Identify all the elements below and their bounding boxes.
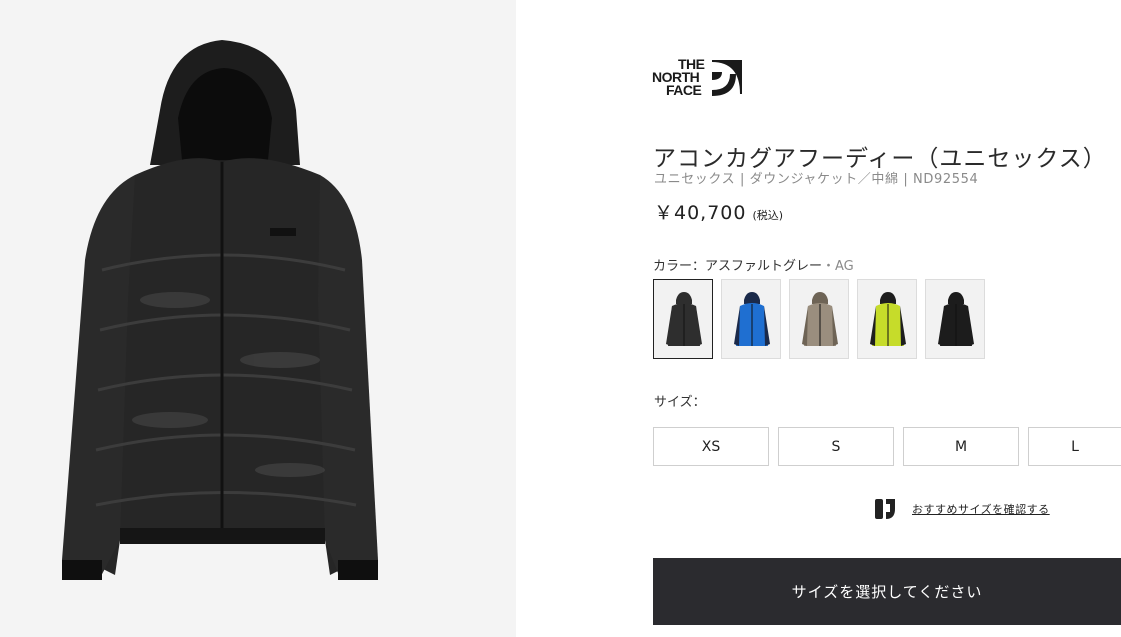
product-meta: ユニセックス | ダウンジャケット／中綿 | ND92554 [654,172,979,187]
jacket-thumbnail [938,292,974,346]
size-advisor-icon [875,499,895,519]
color-swatch-lime[interactable] [857,279,917,359]
color-swatch-blue[interactable] [721,279,781,359]
brand-logo[interactable]: THE NORTH FACE [652,56,742,102]
jacket-image [62,40,378,580]
color-swatch-black[interactable] [925,279,985,359]
price-amount: ￥40,700 [654,202,747,224]
product-image[interactable] [0,0,516,637]
price-tax-note: (税込) [752,209,784,222]
color-swatch-asphalt-grey[interactable] [653,279,713,359]
jacket-thumbnail [870,292,906,346]
jacket-thumbnail [802,292,838,346]
color-name: カラー：アスファルトグレー [653,259,823,274]
size-option-m[interactable]: M [903,427,1019,466]
color-code: ・AG [822,259,854,274]
half-dome-icon [712,60,742,96]
color-label: カラー：アスファルトグレー・AG [653,255,854,274]
size-option-l[interactable]: L [1028,427,1121,466]
jacket-thumbnail [666,292,702,346]
size-option-xs[interactable]: XS [653,427,769,466]
size-recommendation-link[interactable]: おすすめサイズを確認する [874,498,1050,520]
size-recommendation-label: おすすめサイズを確認する [912,503,1050,516]
product-price: ￥40,700 (税込) [654,198,783,225]
jacket-thumbnail [734,292,770,346]
color-swatch-khaki[interactable] [789,279,849,359]
brand-logo-text: THE NORTH FACE [652,56,705,98]
select-size-button[interactable]: サイズを選択してください [653,558,1121,625]
size-option-s[interactable]: S [778,427,894,466]
size-label: サイズ： [654,395,706,410]
